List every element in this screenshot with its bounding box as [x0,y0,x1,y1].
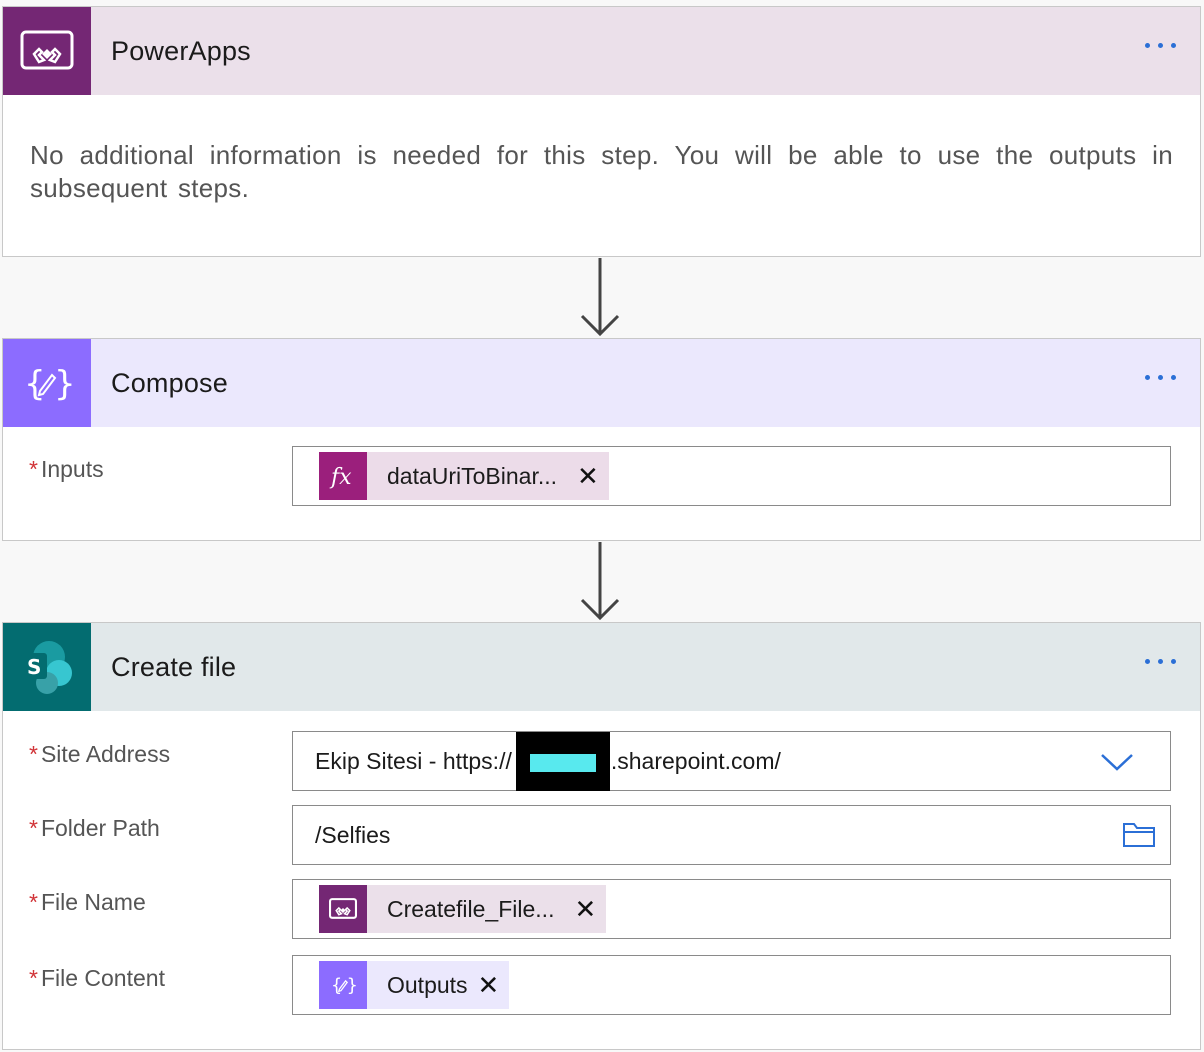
svg-text:}: } [54,364,72,404]
create-file-step-header[interactable]: S Create file [3,623,1200,711]
folder-path-label: * Folder Path [29,815,160,841]
powerapps-step-title: PowerApps [111,35,251,66]
site-address-dropdown[interactable]: Ekip Sitesi - https://.sharepoint.com/ [292,731,1171,791]
more-options-icon[interactable] [1145,659,1176,664]
fx-icon: fx [319,452,367,500]
powerapps-step-card: PowerApps No additional information is n… [2,6,1201,257]
file-name-token-label: Createfile_File... [387,895,555,922]
folder-icon[interactable] [1122,820,1156,848]
arrow-down-icon [580,258,620,337]
folder-path-input[interactable]: /Selfies [292,805,1171,865]
svg-text:S: S [27,655,41,679]
powerapps-icon [319,885,367,933]
redacted-block [515,731,610,791]
inputs-field[interactable]: fx dataUriToBinar... ✕ [292,446,1171,506]
inputs-label: * Inputs [29,456,104,482]
compose-icon: { } [3,339,91,427]
folder-path-value: /Selfies [315,821,391,848]
create-file-step-card: S Create file * Site Address Ekip Sitesi … [2,622,1201,1050]
remove-token-icon[interactable]: ✕ [554,885,606,933]
powerapps-icon [3,7,91,95]
compose-outputs-token[interactable]: { } Outputs ✕ [319,961,510,1009]
arrow-down-icon [580,542,620,621]
expression-token[interactable]: fx dataUriToBinar... ✕ [319,452,609,500]
create-file-step-title: Create file [111,651,237,682]
remove-token-icon[interactable]: ✕ [557,452,609,500]
powerapps-token[interactable]: Createfile_File... ✕ [319,885,607,933]
remove-token-icon[interactable]: ✕ [468,961,510,1009]
file-name-label: * File Name [29,889,146,915]
compose-step-title: Compose [111,367,228,398]
site-address-value: Ekip Sitesi - https://.sharepoint.com/ [315,731,781,791]
file-content-input[interactable]: { } Outputs ✕ [292,955,1171,1015]
more-options-icon[interactable] [1145,375,1176,380]
site-address-label: * Site Address [29,741,171,767]
sharepoint-icon: S [3,623,91,711]
svg-text:{: { [331,976,342,996]
compose-icon: { } [319,961,367,1009]
compose-step-card: { } Compose *Inputs fx dataUriToBinar...… [2,338,1201,541]
powerapps-info-text: No additional information is needed for … [30,140,1173,203]
chevron-down-icon[interactable] [1100,752,1134,772]
svg-text:{: { [24,364,46,404]
file-content-token-label: Outputs [387,971,468,998]
svg-text:fx: fx [329,465,352,490]
more-options-icon[interactable] [1145,43,1176,48]
compose-step-header[interactable]: { } Compose [3,339,1200,427]
file-content-label: * File Content [29,965,165,991]
svg-text:}: } [347,976,356,996]
powerapps-step-header[interactable]: PowerApps [3,7,1200,95]
expression-token-label: dataUriToBinar... [387,462,558,489]
file-name-input[interactable]: Createfile_File... ✕ [292,879,1171,939]
